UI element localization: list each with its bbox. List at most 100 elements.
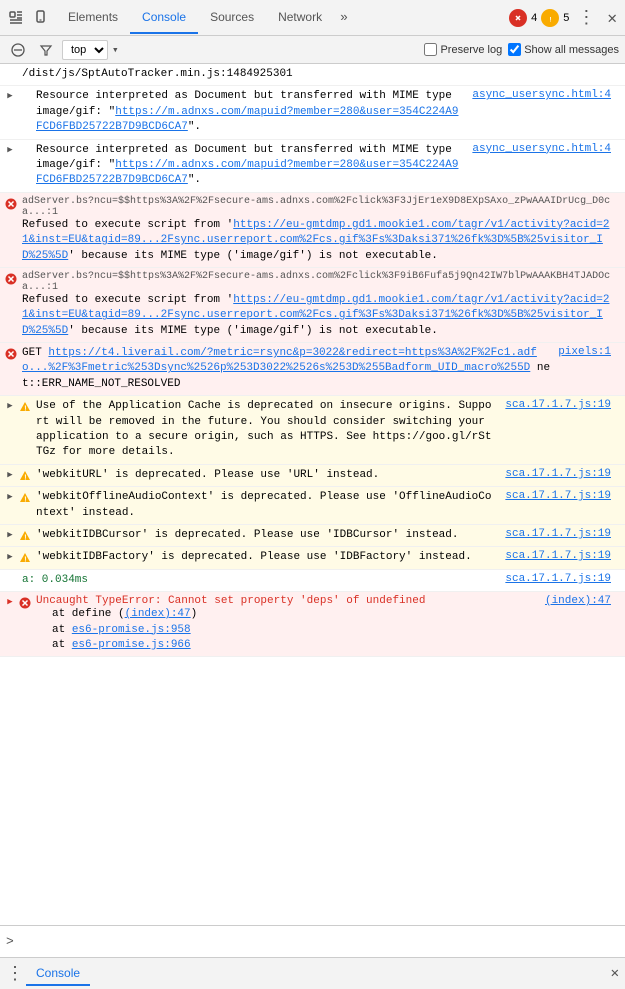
warning-icon: ! xyxy=(18,400,32,414)
error-icon xyxy=(4,272,18,286)
log-entry-text: a: 0.034ms xyxy=(22,573,497,588)
console-log: /dist/js/SptAutoTracker.min.js:148492530… xyxy=(0,64,625,925)
more-tabs-button[interactable]: » xyxy=(334,6,354,29)
expand-arrow-icon[interactable]: ▶ xyxy=(4,144,16,156)
error-badge xyxy=(509,9,527,27)
warn-count-group: ! 5 xyxy=(541,9,569,27)
timing-value: a: 0.034ms xyxy=(22,574,88,586)
log-source[interactable]: sca.17.1.7.js:19 xyxy=(505,528,611,540)
log-source[interactable]: sca.17.1.7.js:19 xyxy=(505,399,611,411)
log-entry: /dist/js/SptAutoTracker.min.js:148492530… xyxy=(0,64,625,86)
tab-elements[interactable]: Elements xyxy=(56,2,130,34)
svg-text:!: ! xyxy=(24,474,26,481)
log-entry-text: Resource interpreted as Document but tra… xyxy=(36,89,464,135)
expand-arrow-icon[interactable]: ▶ xyxy=(4,529,16,541)
level-filter-select[interactable]: top xyxy=(62,40,108,60)
log-source[interactable]: sca.17.1.7.js:19 xyxy=(505,468,611,480)
log-entry-source-top: adServer.bs?ncu=$$https%3A%2F%2Fsecure-a… xyxy=(22,271,611,293)
log-entry-text: GET https://t4.liverail.com/?metric=rsyn… xyxy=(22,346,550,392)
log-entry-text: 'webkitOfflineAudioContext' is deprecate… xyxy=(36,490,497,521)
svg-text:!: ! xyxy=(24,497,26,504)
log-entry-warning: ▶ ! 'webkitURL' is deprecated. Please us… xyxy=(0,465,625,487)
log-entry-icon xyxy=(18,144,32,158)
stack-frame: at es6-promise.js:966 xyxy=(52,638,611,653)
expand-arrow-icon[interactable]: ▶ xyxy=(4,551,16,563)
error-icon xyxy=(4,197,18,211)
preserve-log-checkbox[interactable] xyxy=(424,43,437,56)
log-entry-error: adServer.bs?ncu=$$https%3A%2F%2Fsecure-a… xyxy=(0,268,625,343)
close-devtools-button[interactable]: ✕ xyxy=(603,8,621,28)
tab-sources[interactable]: Sources xyxy=(198,2,266,34)
toolbar-right: 4 ! 5 ⋮ ✕ xyxy=(509,7,621,29)
log-entry: ▶ Resource interpreted as Document but t… xyxy=(0,86,625,139)
log-link[interactable]: https://t4.liverail.com/?metric=rsync&p=… xyxy=(22,347,537,374)
log-entry-text: Resource interpreted as Document but tra… xyxy=(36,143,464,189)
clear-console-button[interactable] xyxy=(6,38,30,62)
svg-text:!: ! xyxy=(24,406,26,413)
log-link[interactable]: https://eu-gmtdmp.gd1.mookie1.com/tagr/v… xyxy=(22,294,610,337)
bottom-tab-bar: ⋮ Console ✕ xyxy=(0,957,625,989)
log-source[interactable]: sca.17.1.7.js:19 xyxy=(505,550,611,562)
bottom-dots-button[interactable]: ⋮ xyxy=(6,963,24,985)
log-source[interactable]: sca.17.1.7.js:19 xyxy=(505,573,611,585)
tab-console[interactable]: Console xyxy=(130,2,198,34)
expand-arrow-icon[interactable]: ▶ xyxy=(4,90,16,102)
inspect-element-button[interactable] xyxy=(4,6,28,30)
expand-arrow-icon[interactable]: ▶ xyxy=(4,491,16,503)
svg-text:!: ! xyxy=(24,557,26,564)
log-link[interactable]: https://eu-gmtdmp.gd1.mookie1.com/tagr/v… xyxy=(22,219,610,262)
stack-link[interactable]: es6-promise.js:966 xyxy=(72,639,191,651)
preserve-log-label[interactable]: Preserve log xyxy=(424,43,502,56)
log-source[interactable]: async_usersync.html:4 xyxy=(472,89,611,101)
log-entry-text: 'webkitURL' is deprecated. Please use 'U… xyxy=(36,468,497,483)
log-entry-text: /dist/js/SptAutoTracker.min.js:148492530… xyxy=(22,67,611,82)
log-entry-content: adServer.bs?ncu=$$https%3A%2F%2Fsecure-a… xyxy=(22,271,611,339)
stack-link[interactable]: es6-promise.js:958 xyxy=(72,624,191,636)
svg-text:!: ! xyxy=(24,534,26,541)
expand-arrow-icon[interactable]: ▶ xyxy=(4,596,16,608)
log-source[interactable]: sca.17.1.7.js:19 xyxy=(505,490,611,502)
log-entry-text: Uncaught TypeError: Cannot set property … xyxy=(36,595,425,607)
log-link[interactable]: https://m.adnxs.com/mapuid?member=280&us… xyxy=(36,159,458,186)
expand-arrow-icon[interactable]: ▶ xyxy=(4,400,16,412)
log-entry-row: GET https://t4.liverail.com/?metric=rsyn… xyxy=(22,346,611,392)
filter-button[interactable] xyxy=(34,38,58,62)
log-entry-content: GET https://t4.liverail.com/?metric=rsyn… xyxy=(22,346,611,392)
filter-options: Preserve log Show all messages xyxy=(424,43,619,56)
log-entry-row: adServer.bs?ncu=$$https%3A%2F%2Fsecure-a… xyxy=(22,271,611,293)
devtools-toolbar: Elements Console Sources Network » 4 ! 5… xyxy=(0,0,625,36)
svg-text:!: ! xyxy=(550,17,552,23)
error-icon xyxy=(18,596,32,610)
log-entry-warning: ▶ ! 'webkitOfflineAudioContext' is depre… xyxy=(0,487,625,525)
bottom-tab-console[interactable]: Console xyxy=(26,962,90,986)
console-input-bar: > xyxy=(0,925,625,957)
log-source[interactable]: async_usersync.html:4 xyxy=(472,143,611,155)
log-entry-icon xyxy=(4,574,18,588)
log-entry-warning: ▶ ! 'webkitIDBCursor' is deprecated. Ple… xyxy=(0,525,625,547)
filter-bar: top ▾ Preserve log Show all messages xyxy=(0,36,625,64)
expand-arrow-icon[interactable]: ▶ xyxy=(4,469,16,481)
log-entry-content: adServer.bs?ncu=$$https%3A%2F%2Fsecure-a… xyxy=(22,196,611,264)
warning-icon: ! xyxy=(18,529,32,543)
log-source[interactable]: (index):47 xyxy=(545,595,611,607)
kebab-menu-button[interactable]: ⋮ xyxy=(573,7,599,29)
console-input[interactable] xyxy=(20,935,619,948)
log-entry-text: Use of the Application Cache is deprecat… xyxy=(36,399,497,461)
show-all-messages-checkbox[interactable] xyxy=(508,43,521,56)
log-entry-text: 'webkitIDBFactory' is deprecated. Please… xyxy=(36,550,497,565)
tab-network[interactable]: Network xyxy=(266,2,334,34)
stack-link[interactable]: (index):47 xyxy=(125,608,191,620)
bottom-close-button[interactable]: ✕ xyxy=(611,965,619,982)
error-count-group: 4 xyxy=(509,9,537,27)
console-prompt-icon: > xyxy=(6,934,14,949)
log-source[interactable]: pixels:1 xyxy=(558,346,611,392)
stack-frame: at define ((index):47) xyxy=(52,607,611,622)
log-entry-icon xyxy=(18,90,32,104)
device-toolbar-button[interactable] xyxy=(30,6,54,30)
log-entry: a: 0.034ms sca.17.1.7.js:19 xyxy=(0,570,625,592)
show-all-messages-label[interactable]: Show all messages xyxy=(508,43,619,56)
log-entry-row: Uncaught TypeError: Cannot set property … xyxy=(36,595,611,607)
log-link[interactable]: https://m.adnxs.com/mapuid?member=280&us… xyxy=(36,106,458,133)
warning-icon: ! xyxy=(18,551,32,565)
log-entry-warning: ▶ ! 'webkitIDBFactory' is deprecated. Pl… xyxy=(0,547,625,569)
